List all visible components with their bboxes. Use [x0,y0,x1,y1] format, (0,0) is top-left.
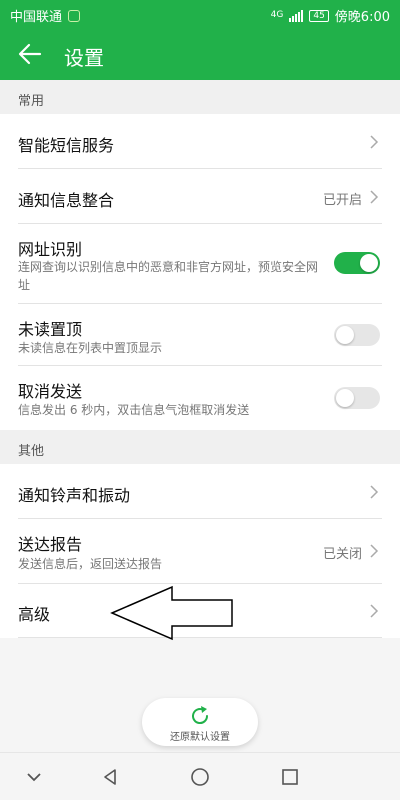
system-nav-bar [0,752,400,800]
clock: 傍晚6:00 [334,10,390,25]
chevron-right-icon [370,544,379,558]
signal-strength-icon [289,9,304,22]
back-arrow-icon[interactable] [16,40,44,68]
setting-value: 已关闭 [322,547,362,562]
url-recognition-toggle[interactable] [334,252,380,274]
chevron-right-icon [370,190,379,204]
nav-dropdown-icon[interactable] [22,765,46,789]
chevron-right-icon [370,485,379,499]
setting-value: 已开启 [322,193,362,208]
setting-unread-pin: 未读置顶 未读信息在列表中置顶显示 [0,304,400,366]
nav-recents-icon[interactable] [278,765,302,789]
setting-ringtone-vibration[interactable]: 通知铃声和振动 [0,464,400,519]
toggle-knob [336,326,354,344]
setting-label: 智能短信服务 [18,136,115,155]
annotation-arrow-icon [110,585,233,641]
setting-label: 高级 [18,605,51,624]
setting-cancel-send: 取消发送 信息发出 6 秒内，双击信息气泡框取消发送 [0,366,400,430]
setting-label: 网址识别 [18,240,83,259]
restore-defaults-label: 还原默认设置 [170,732,230,743]
refresh-icon [192,706,209,725]
section-header-common: 常用 [0,80,400,114]
status-bar: 中国联通 4G 45 傍晚6:00 [0,0,400,28]
page-title: 设置 [64,46,104,70]
setting-label: 取消发送 [18,382,83,401]
nav-home-icon[interactable] [188,765,212,789]
app-bar: 设置 [0,28,400,80]
setting-label: 通知信息整合 [18,191,115,210]
setting-url-recognition: 网址识别 连网查询以识别信息中的恶意和非官方网址，预览安全网址 [0,224,400,304]
setting-delivery-report[interactable]: 送达报告 发送信息后，返回送达报告 已关闭 [0,519,400,584]
unread-pin-toggle[interactable] [334,324,380,346]
setting-description: 未读信息在列表中置顶显示 [18,341,163,355]
carrier-name: 中国联通 [10,10,63,25]
chevron-right-icon [370,135,379,149]
cancel-send-toggle[interactable] [334,387,380,409]
setting-label: 送达报告 [18,535,83,554]
setting-label: 通知铃声和振动 [18,486,131,505]
setting-notification-merge[interactable]: 通知信息整合 已开启 [0,169,400,224]
battery-icon: 45 [309,9,329,22]
setting-smart-sms[interactable]: 智能短信服务 [0,114,400,169]
section-header-other: 其他 [0,430,400,464]
toggle-knob [360,254,378,272]
toggle-knob [336,389,354,407]
setting-label: 未读置顶 [18,320,83,339]
setting-description: 连网查询以识别信息中的恶意和非官方网址，预览安全网址 [18,260,319,292]
restore-defaults-button[interactable]: 还原默认设置 [142,698,258,746]
nav-back-icon[interactable] [98,765,122,789]
sim-status-icon [68,9,81,22]
chevron-right-icon [370,604,379,618]
network-type: 4G [270,10,284,20]
setting-description: 信息发出 6 秒内，双击信息气泡框取消发送 [18,403,250,417]
setting-description: 发送信息后，返回送达报告 [18,557,163,571]
